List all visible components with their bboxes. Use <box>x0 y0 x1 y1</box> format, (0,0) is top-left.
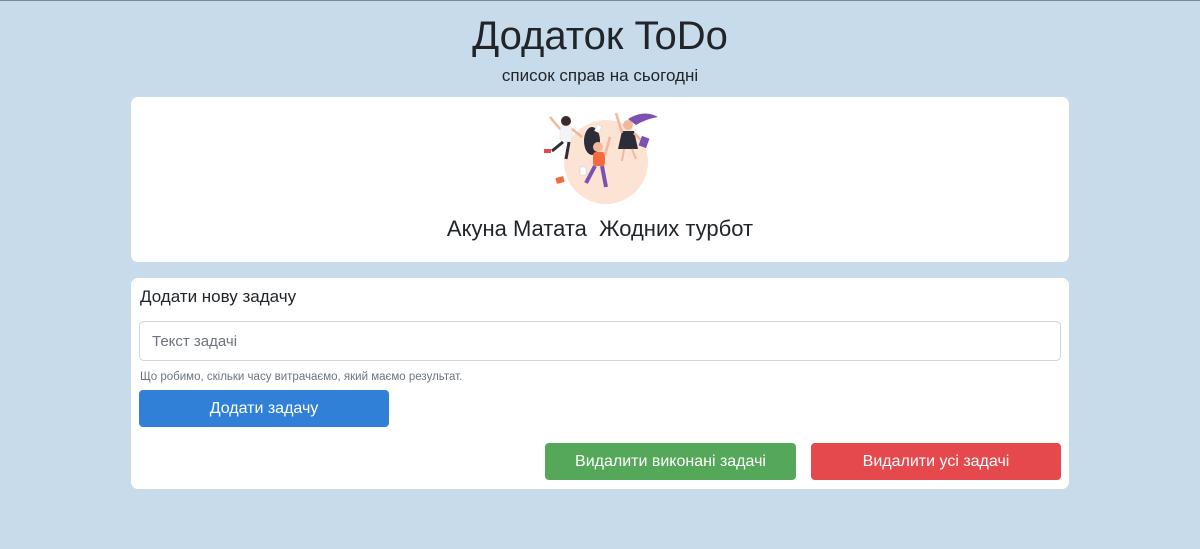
delete-completed-button[interactable]: Видалити виконані задачі <box>545 443 796 480</box>
add-task-heading: Додати нову задачу <box>140 287 297 306</box>
task-help-text: Що робимо, скільки часу витрачаємо, який… <box>140 371 463 383</box>
hero-card: Акуна Матата Жодних турбот <box>131 97 1069 262</box>
delete-all-button[interactable]: Видалити усі задачі <box>811 443 1061 480</box>
hero-caption: Акуна Матата Жодних турбот <box>446 216 754 241</box>
add-task-card: Додати нову задачу Що робимо, скільки ча… <box>131 278 1069 489</box>
celebration-illustration <box>544 112 658 204</box>
page-title: Додаток ToDo <box>472 14 728 58</box>
add-task-button[interactable]: Додати задачу <box>139 390 389 427</box>
task-text-input[interactable] <box>139 321 1061 361</box>
page-subtitle: список справ на сьогодні <box>501 66 699 85</box>
